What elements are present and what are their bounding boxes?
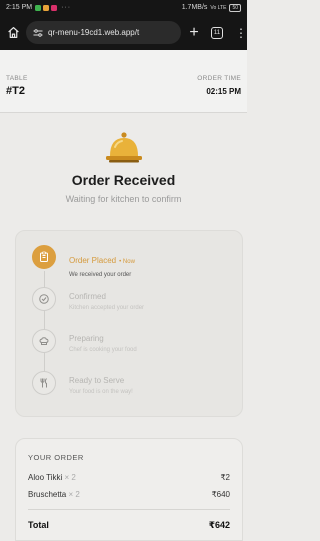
notification-app-icon <box>43 4 50 11</box>
cutlery-icon <box>32 371 56 395</box>
network-speed: 1.7MB/s <box>181 4 208 11</box>
receipt-icon <box>32 245 56 269</box>
order-summary-title: YOUR ORDER <box>28 453 84 462</box>
chef-hat-icon <box>32 329 56 353</box>
step-name: Confirmed <box>69 292 106 301</box>
status-time: 2:15 PM <box>6 4 33 11</box>
step-description: We received your order <box>69 272 132 278</box>
now-badge: • Now <box>119 259 135 265</box>
more-notifications-icon: ··· <box>61 4 72 11</box>
check-circle-icon <box>32 287 56 311</box>
item-name: Bruschetta <box>28 490 67 499</box>
order-header: TABLE #T2 ORDER TIME 02:15 PM <box>0 50 247 113</box>
notification-app-icon <box>51 4 58 11</box>
site-settings-icon[interactable] <box>33 28 43 37</box>
table-info: TABLE #T2 <box>6 75 28 112</box>
browser-menu-button[interactable]: ⋮ <box>235 27 247 39</box>
new-tab-button[interactable]: + <box>187 24 201 41</box>
order-time-info: ORDER TIME 02:15 PM <box>197 75 241 112</box>
step-name: Preparing <box>69 334 104 343</box>
step-description: Kitchen accepted your order <box>69 305 145 311</box>
signal-icon: Vo LTE <box>210 4 227 11</box>
item-qty: × 2 <box>64 473 76 482</box>
order-time-label: ORDER TIME <box>197 75 241 82</box>
status-title: Order Received <box>71 172 176 188</box>
step-order-placed: Order Placed • Now We received your order <box>32 245 135 278</box>
step-description: Your food is on the way! <box>69 389 133 395</box>
order-summary-card: YOUR ORDER Aloo Tikki × 2 ₹2 Bruschetta … <box>15 438 243 541</box>
step-ready-to-serve: Ready to Serve Your food is on the way! <box>32 371 133 395</box>
total-label: Total <box>28 520 49 530</box>
notification-app-icon <box>35 4 42 11</box>
item-name: Aloo Tikki <box>28 473 63 482</box>
browser-toolbar: qr-menu-19cd1.web.app/t + 11 ⋮ <box>0 15 247 50</box>
item-qty: × 2 <box>68 490 80 499</box>
step-preparing: Preparing Chef is cooking your food <box>32 329 137 353</box>
address-bar[interactable]: qr-menu-19cd1.web.app/t <box>26 21 181 44</box>
table-label: TABLE <box>6 75 28 82</box>
tab-switcher-button[interactable]: 11 <box>211 26 223 39</box>
step-name: Ready to Serve <box>69 376 125 385</box>
status-subtitle: Waiting for kitchen to confirm <box>65 194 182 204</box>
url-text: qr-menu-19cd1.web.app/t <box>48 28 140 37</box>
order-item: Aloo Tikki × 2 ₹2 <box>28 473 230 482</box>
item-price: ₹2 <box>220 473 230 482</box>
step-description: Chef is cooking your food <box>69 347 137 353</box>
divider <box>28 509 230 510</box>
battery-icon: 50 <box>229 3 241 12</box>
total-value: ₹642 <box>208 520 230 530</box>
order-total-row: Total ₹642 <box>28 520 230 531</box>
order-progress-card: Order Placed • Now We received your order… <box>15 230 243 417</box>
step-confirmed: Confirmed Kitchen accepted your order <box>32 287 144 311</box>
table-number: #T2 <box>6 85 25 97</box>
order-status-hero: Order Received Waiting for kitchen to co… <box>0 130 247 204</box>
home-icon[interactable] <box>6 26 20 40</box>
status-bar: 2:15 PM ··· 1.7MB/s Vo LTE 50 <box>0 0 247 15</box>
step-name: Order Placed <box>69 256 117 265</box>
service-bell-icon <box>105 132 142 163</box>
item-price: ₹640 <box>211 490 230 499</box>
order-item: Bruschetta × 2 ₹640 <box>28 490 230 499</box>
order-time-value: 02:15 PM <box>206 87 241 96</box>
